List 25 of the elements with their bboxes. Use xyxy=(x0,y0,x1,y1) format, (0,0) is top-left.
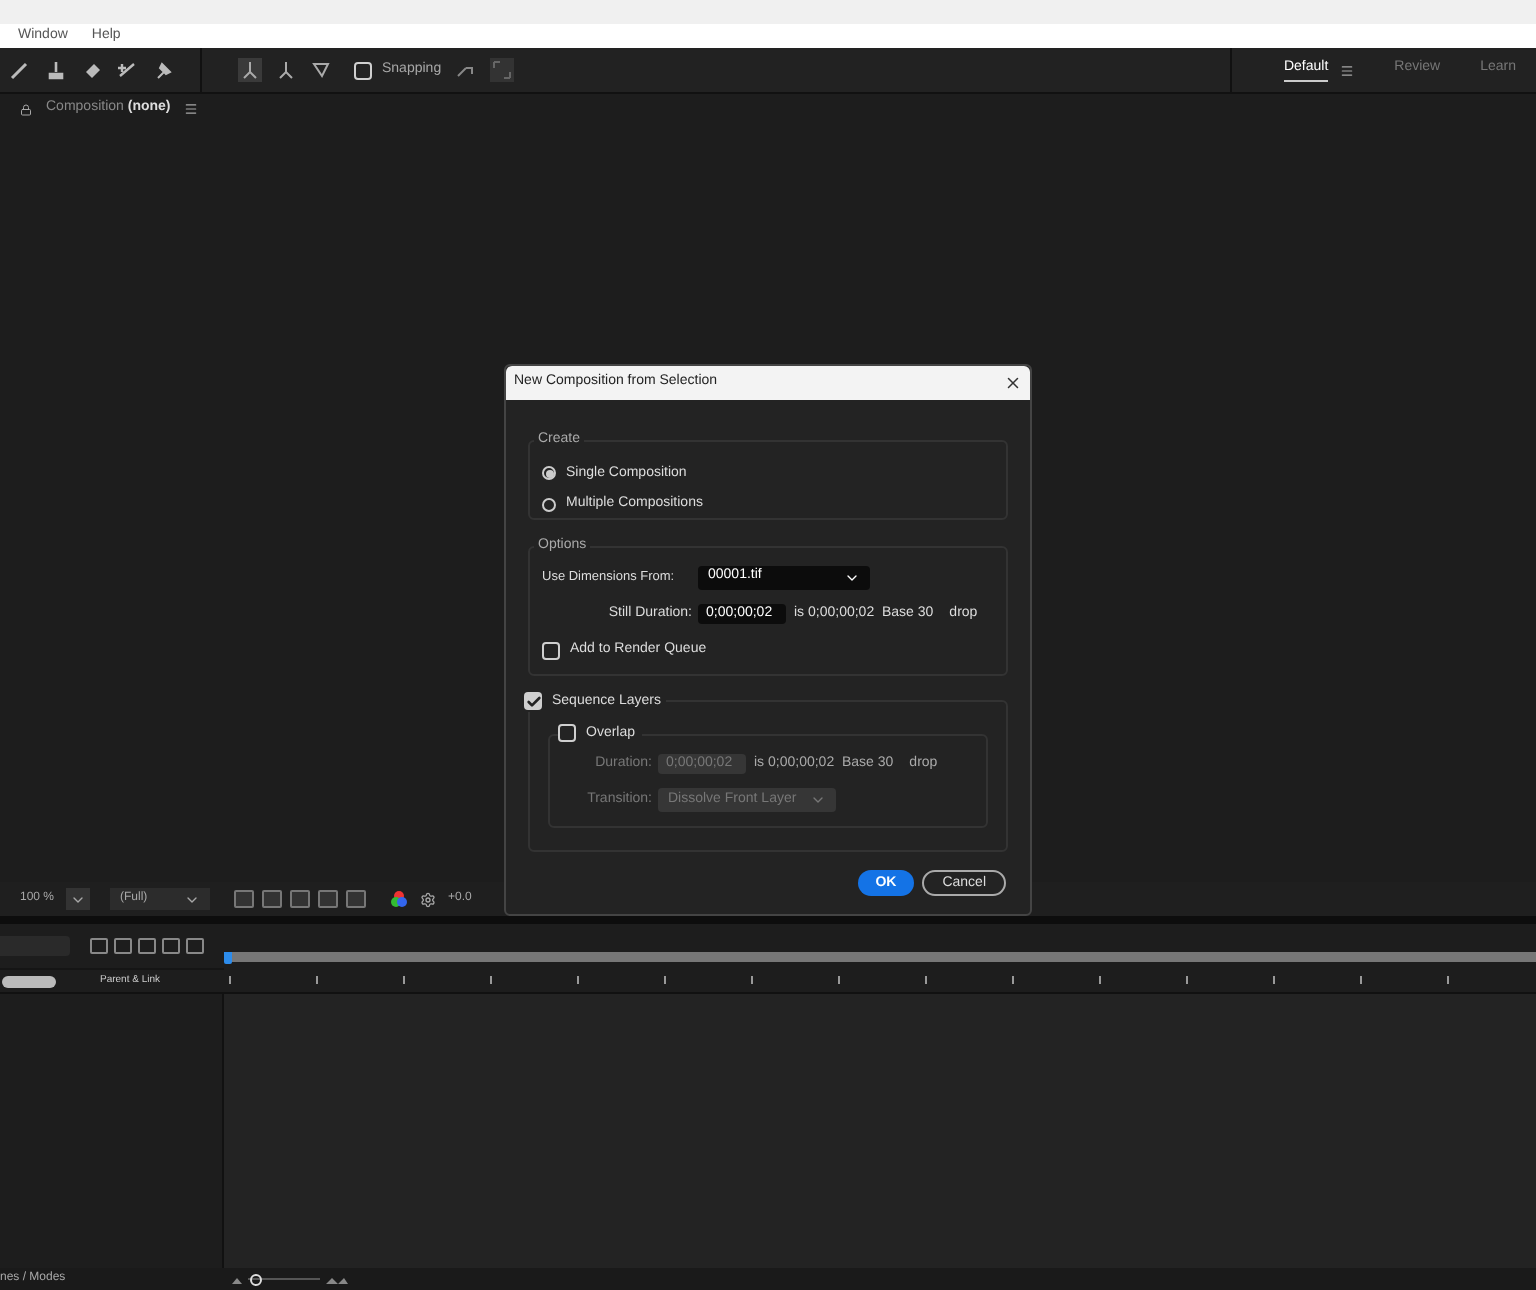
chevron-down-icon xyxy=(810,792,826,808)
axis-tool-icon[interactable] xyxy=(238,58,262,82)
zoom-in-icon[interactable] xyxy=(326,1275,348,1283)
menu-icon[interactable] xyxy=(184,102,199,116)
settings-icon[interactable] xyxy=(420,891,437,907)
render-queue-checkbox[interactable] xyxy=(542,641,560,660)
lock-icon[interactable] xyxy=(20,103,32,115)
pin-icon[interactable] xyxy=(152,58,176,82)
radio-button[interactable] xyxy=(542,497,556,512)
radio-button[interactable] xyxy=(542,466,556,481)
expand-icon[interactable] xyxy=(489,58,514,82)
color-channels-icon[interactable] xyxy=(390,890,409,908)
sequence-layers-checkbox[interactable] xyxy=(524,692,542,711)
zoom-out-icon[interactable] xyxy=(232,1275,242,1283)
overlap-checkbox[interactable] xyxy=(558,724,576,743)
close-icon[interactable] xyxy=(1004,374,1022,392)
stamp-icon[interactable] xyxy=(44,58,68,82)
snapping-checkbox[interactable] xyxy=(354,61,372,79)
zoom-slider[interactable] xyxy=(248,1273,320,1285)
axis-icon[interactable] xyxy=(274,58,298,82)
zoom-dropdown[interactable] xyxy=(66,888,91,910)
roto-brush-icon[interactable] xyxy=(116,58,140,82)
menu-icon[interactable] xyxy=(1340,63,1355,77)
brush-icon[interactable] xyxy=(8,58,32,82)
switches-icon xyxy=(2,975,56,987)
